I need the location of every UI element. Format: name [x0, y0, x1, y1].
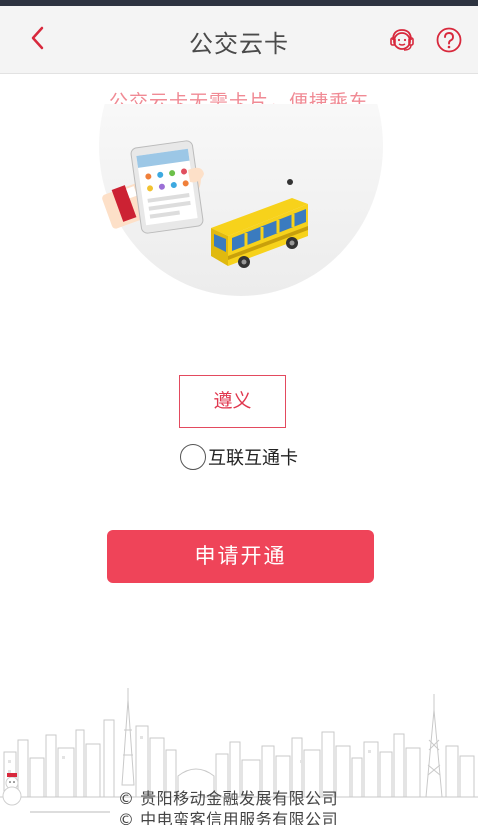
question-circle-icon [436, 27, 462, 53]
bus-card-illustration [99, 104, 383, 296]
copyright-line-2: © 中电蛮客信用服务有限公司 [118, 810, 339, 825]
apply-button[interactable]: 申请开通 [107, 530, 374, 583]
help-button[interactable] [435, 26, 463, 54]
city-selector[interactable]: 遵义 [179, 375, 286, 428]
customer-service-button[interactable] [388, 26, 416, 54]
customer-service-icon [390, 29, 414, 51]
interconnect-card-radio[interactable] [180, 444, 206, 470]
nav-bar: 公交云卡 [0, 6, 478, 74]
interconnect-card-label: 互联互通卡 [208, 448, 298, 469]
interconnect-card-option[interactable]: 互联互通卡 [180, 443, 298, 471]
